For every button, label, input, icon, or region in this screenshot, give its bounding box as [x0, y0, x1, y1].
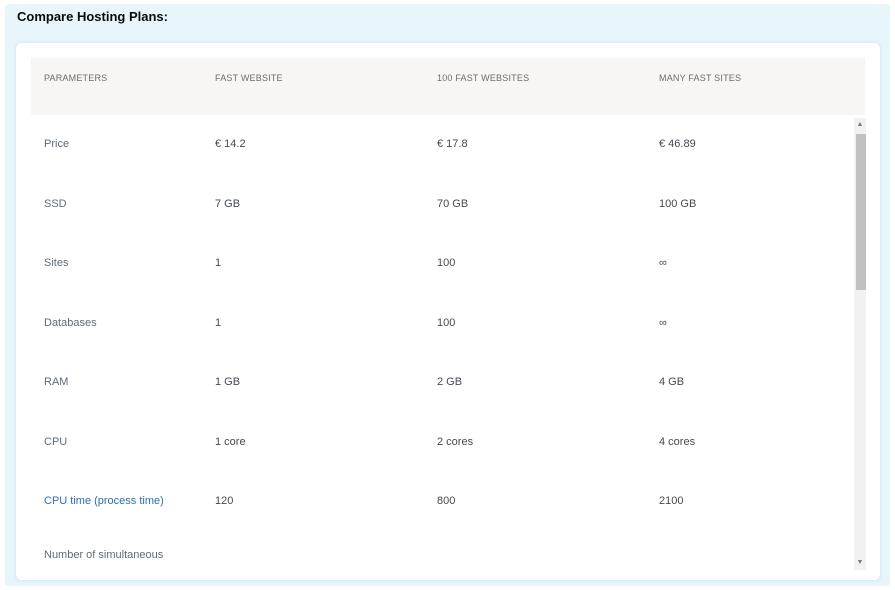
- header-many-fast-sites: MANY FAST SITES: [659, 73, 742, 83]
- param-cpu: CPU: [44, 435, 68, 448]
- table-row: Number of simultaneous: [31, 532, 853, 581]
- table-row: RAM 1 GB 2 GB 4 GB: [31, 353, 853, 413]
- table-row: Price € 14.2 € 17.8 € 46.89: [31, 115, 853, 175]
- vertical-scrollbar[interactable]: ▲ ▼: [854, 118, 866, 570]
- table-header: PARAMETERS FAST WEBSITE 100 FAST WEBSITE…: [31, 58, 865, 115]
- table-row: CPU 1 core 2 cores 4 cores: [31, 413, 853, 473]
- value-cell: 100: [437, 257, 456, 269]
- table-row: Databases 1 100 ∞: [31, 294, 853, 354]
- scrollbar-thumb[interactable]: [856, 134, 866, 290]
- value-cell: ∞: [659, 257, 667, 269]
- value-cell: 4 cores: [659, 435, 696, 448]
- value-cell: € 46.89: [659, 138, 696, 150]
- param-databases: Databases: [44, 316, 97, 329]
- value-cell: 70 GB: [437, 197, 469, 210]
- param-simultaneous: Number of simultaneous: [44, 548, 164, 561]
- value-cell: 1 core: [215, 435, 246, 448]
- param-price: Price: [44, 138, 70, 150]
- compare-plans-section: Compare Hosting Plans: PARAMETERS FAST W…: [5, 4, 890, 586]
- param-sites: Sites: [44, 257, 69, 269]
- table-row: Sites 1 100 ∞: [31, 234, 853, 294]
- comparison-table-card: PARAMETERS FAST WEBSITE 100 FAST WEBSITE…: [16, 43, 880, 580]
- value-cell: € 14.2: [215, 138, 246, 150]
- value-cell: 2100: [659, 495, 684, 507]
- param-ssd: SSD: [44, 197, 67, 210]
- value-cell: 2 cores: [437, 435, 474, 448]
- value-cell: € 17.8: [437, 138, 468, 150]
- param-cpu-time-link[interactable]: CPU time (process time): [44, 472, 164, 532]
- header-parameters: PARAMETERS: [44, 73, 108, 83]
- value-cell: 1: [215, 316, 222, 329]
- table-body[interactable]: Price € 14.2 € 17.8 € 46.89 SSD 7 GB 70 …: [31, 115, 853, 580]
- scroll-up-arrow-icon[interactable]: ▲: [854, 118, 866, 132]
- value-cell: 2 GB: [437, 376, 463, 388]
- header-100-fast-websites: 100 FAST WEBSITES: [437, 73, 530, 83]
- value-cell: 100: [437, 316, 456, 329]
- value-cell: 4 GB: [659, 376, 685, 388]
- value-cell: 800: [437, 495, 456, 507]
- value-cell: 1 GB: [215, 376, 241, 388]
- value-cell: 120: [215, 495, 234, 507]
- header-fast-website: FAST WEBSITE: [215, 73, 283, 83]
- value-cell: 7 GB: [215, 197, 241, 210]
- param-ram: RAM: [44, 376, 69, 388]
- value-cell: ∞: [659, 316, 667, 329]
- table-row: SSD 7 GB 70 GB 100 GB: [31, 175, 853, 235]
- value-cell: 1: [215, 257, 222, 269]
- table-row: CPU time (process time) 120 800 2100: [31, 472, 853, 532]
- section-title: Compare Hosting Plans:: [17, 9, 168, 24]
- scroll-down-arrow-icon[interactable]: ▼: [854, 556, 866, 570]
- value-cell: 100 GB: [659, 197, 697, 210]
